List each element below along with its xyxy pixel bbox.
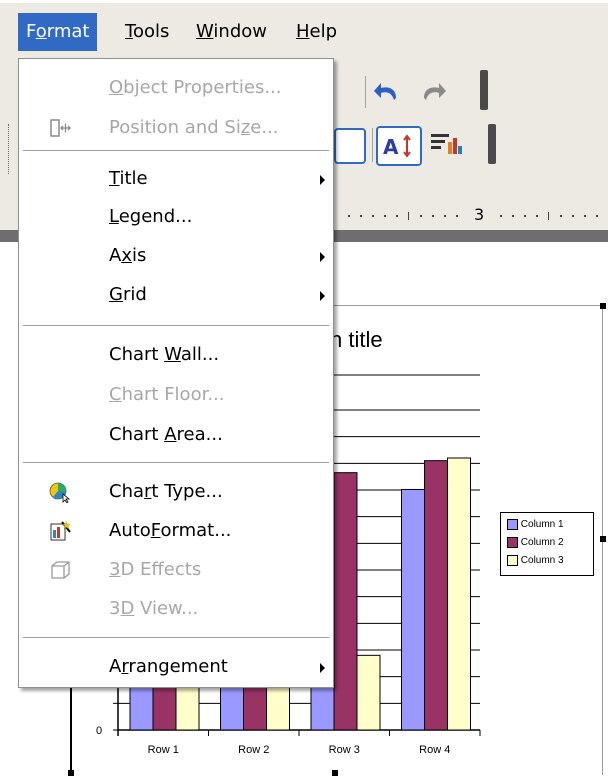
submenu-arrow-icon — [320, 663, 325, 673]
position-size-icon — [50, 119, 71, 137]
autoformat-icon — [50, 520, 71, 541]
menu-item-position-and-size[interactable]: Position and Size... — [19, 109, 333, 147]
legend-item: Column 1 — [507, 518, 564, 532]
menu-item-chart-area[interactable]: Chart Area... — [19, 416, 333, 454]
menu-item-label: Legend... — [109, 206, 193, 227]
menu-item-chart-floor[interactable]: Chart Floor... — [19, 376, 333, 414]
chart-legend[interactable]: Column 1 Column 2 Column 3 — [500, 512, 594, 576]
legend-item: Column 2 — [507, 536, 564, 550]
menu-item-arrangement[interactable]: Arrangement — [19, 648, 333, 686]
menu-item-label: Chart Floor... — [109, 384, 225, 405]
submenu-arrow-icon — [320, 252, 325, 262]
menu-item-axis[interactable]: Axis — [19, 237, 333, 275]
menu-separator — [23, 325, 329, 326]
menu-item-label: Chart Wall... — [109, 344, 220, 365]
submenu-arrow-icon — [320, 291, 325, 301]
menu-item-label: Axis — [109, 245, 147, 266]
x-tick-label: Row 4 — [419, 744, 450, 756]
legend-item: Column 3 — [507, 554, 564, 568]
menu-item-label: Grid — [109, 284, 147, 305]
bar — [424, 460, 448, 731]
legend-swatch — [507, 536, 518, 548]
menu-item-label: AutoFormat... — [109, 520, 232, 541]
menu-separator — [23, 637, 329, 638]
menu-item-autoformat[interactable]: AutoFormat... — [19, 512, 333, 550]
bar — [356, 654, 381, 731]
bar — [401, 488, 425, 731]
submenu-arrow-icon — [320, 175, 325, 185]
menu-item-label: Chart Area... — [109, 424, 223, 445]
bar — [447, 457, 471, 731]
legend-label: Column 1 — [520, 519, 564, 530]
bar — [333, 472, 358, 731]
legend-swatch — [507, 518, 518, 530]
legend-label: Column 2 — [520, 537, 564, 548]
menu-separator — [23, 150, 329, 151]
menu-item-label: Title — [109, 168, 148, 189]
menu-item-chart-type[interactable]: Chart Type... — [19, 473, 333, 511]
legend-swatch — [507, 554, 518, 566]
chart-type-icon — [49, 482, 71, 503]
menu-item-label: 3D Effects — [109, 559, 202, 580]
x-tick-label: Row 3 — [329, 744, 360, 756]
menu-item-3d-effects[interactable]: 3D Effects — [19, 551, 333, 589]
x-tick-label: Row 1 — [148, 744, 179, 756]
format-menu: Object Properties... Position and Size..… — [18, 58, 334, 688]
menu-item-chart-wall[interactable]: Chart Wall... — [19, 336, 333, 374]
menu-item-title[interactable]: Title — [19, 160, 333, 198]
menu-item-label: Arrangement — [109, 656, 228, 677]
menu-item-label: 3D View... — [109, 598, 199, 619]
y-tick-label: 0 — [96, 725, 102, 737]
legend-label: Column 3 — [520, 555, 564, 566]
menu-item-3d-view[interactable]: 3D View... — [19, 590, 333, 628]
menu-item-label: Object Properties... — [109, 77, 282, 98]
x-tick-label: Row 2 — [238, 744, 269, 756]
menu-item-label: Position and Size... — [109, 117, 279, 138]
menu-item-legend[interactable]: Legend... — [19, 198, 333, 236]
3d-effects-icon — [51, 561, 70, 579]
menu-item-object-properties[interactable]: Object Properties... — [19, 69, 333, 107]
menu-separator — [23, 462, 329, 463]
menu-item-grid[interactable]: Grid — [19, 276, 333, 314]
menu-item-label: Chart Type... — [109, 481, 223, 502]
